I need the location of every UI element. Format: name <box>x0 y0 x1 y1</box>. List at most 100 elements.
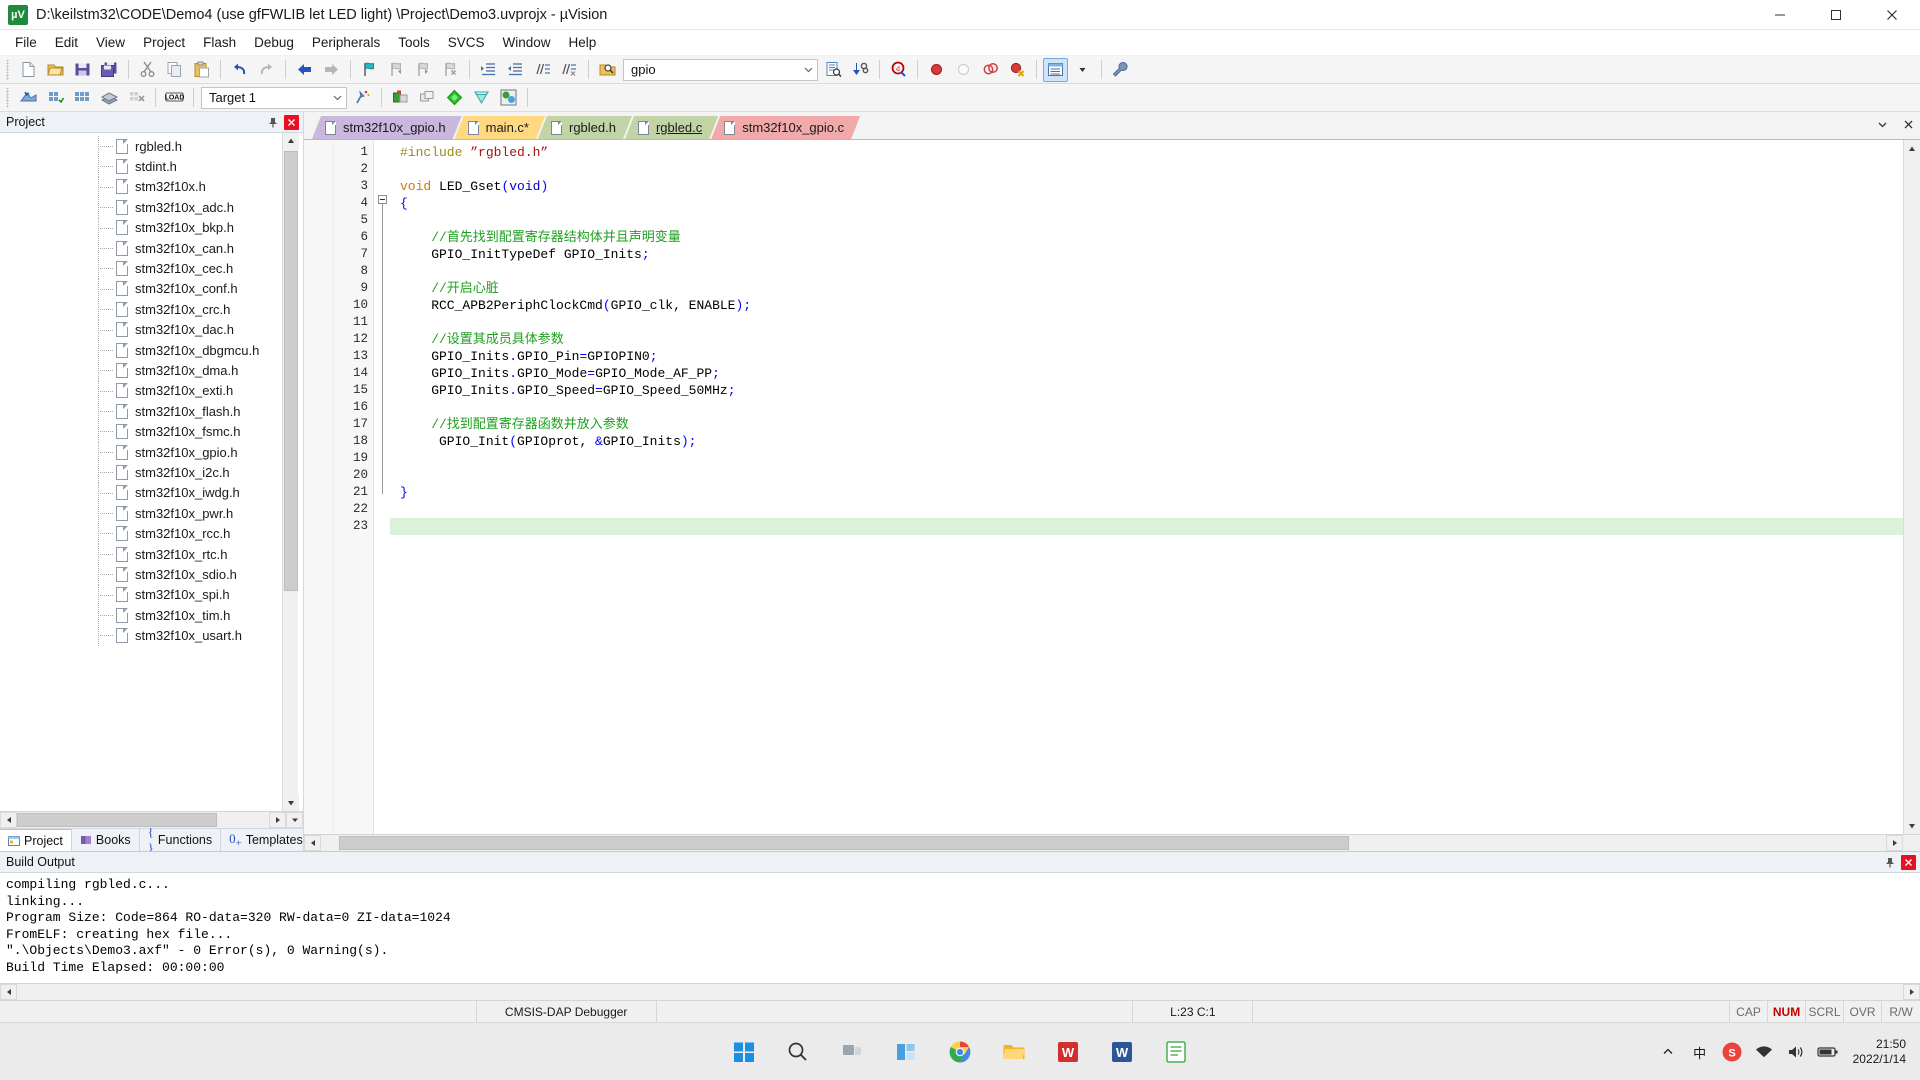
tree-item[interactable]: stm32f10x_i2c.h <box>0 462 303 483</box>
packs-icon[interactable] <box>469 86 494 110</box>
file-explorer-button[interactable] <box>992 1030 1036 1074</box>
minimize-button[interactable] <box>1752 0 1808 30</box>
outdent-icon[interactable] <box>503 58 528 82</box>
pane-tab-templates[interactable]: 0+ Templates <box>221 829 312 851</box>
code-line[interactable]: { <box>390 195 1903 212</box>
editor-tab[interactable]: stm32f10x_gpio.c <box>711 116 860 139</box>
target-combo[interactable]: Target 1 <box>201 86 347 109</box>
tree-item[interactable]: stm32f10x_dma.h <box>0 360 303 381</box>
bookmark-toggle-icon[interactable] <box>357 58 382 82</box>
close-icon[interactable] <box>1900 116 1916 132</box>
bookmark-prev-icon[interactable] <box>384 58 409 82</box>
code-line[interactable]: //找到配置寄存器函数并放入参数 <box>390 416 1903 433</box>
speaker-icon[interactable] <box>1783 1032 1809 1072</box>
tree-item[interactable]: stm32f10x_dbgmcu.h <box>0 339 303 361</box>
menu-help[interactable]: Help <box>560 32 606 53</box>
hscroll-thumb[interactable] <box>339 836 1349 850</box>
hscroll-track[interactable] <box>17 812 269 828</box>
notes-button[interactable] <box>1154 1030 1198 1074</box>
manage-runtime-icon[interactable] <box>350 86 375 110</box>
pane-tab-project[interactable]: Project <box>0 829 72 851</box>
chevron-down-icon[interactable] <box>800 60 817 80</box>
options-target-icon[interactable] <box>388 86 413 110</box>
close-button[interactable] <box>1864 0 1920 30</box>
cut-icon[interactable] <box>135 58 160 82</box>
multi-project-icon[interactable] <box>415 86 440 110</box>
widgets-button[interactable] <box>884 1030 928 1074</box>
code-line[interactable]: //开启心脏 <box>390 280 1903 297</box>
pack-installer-icon[interactable] <box>496 86 521 110</box>
books-icon[interactable] <box>442 86 467 110</box>
code-line[interactable]: GPIO_Inits.GPIO_Pin=GPIOPIN0; <box>390 348 1903 365</box>
pin-icon[interactable] <box>265 115 280 130</box>
project-tree[interactable]: rgbled.h stdint.h stm32f10x.h stm32f10x_adc… <box>0 133 303 811</box>
tree-item[interactable]: stdint.h <box>0 156 303 177</box>
stop-build-icon[interactable] <box>124 86 149 110</box>
code-line[interactable] <box>390 467 1903 484</box>
menu-tools[interactable]: Tools <box>389 32 439 53</box>
browse-symbol-icon[interactable] <box>848 58 873 82</box>
scroll-right-icon[interactable] <box>1886 835 1903 851</box>
tree-item[interactable]: stm32f10x_cec.h <box>0 258 303 279</box>
editor-tab[interactable]: rgbled.h <box>538 116 632 139</box>
tree-item[interactable]: stm32f10x.h <box>0 176 303 198</box>
pane-tab-books[interactable]: Books <box>72 829 140 851</box>
menu-flash[interactable]: Flash <box>194 32 245 53</box>
menu-window[interactable]: Window <box>493 32 559 53</box>
hscroll-track[interactable] <box>17 984 1903 1000</box>
task-view-button[interactable] <box>830 1030 874 1074</box>
code-line[interactable] <box>390 501 1903 518</box>
remove-breakpoint-icon[interactable] <box>951 58 976 82</box>
sogou-icon[interactable]: S <box>1719 1032 1745 1072</box>
bookmark-next-icon[interactable] <box>411 58 436 82</box>
scroll-left-icon[interactable] <box>0 984 17 1000</box>
new-file-icon[interactable] <box>16 58 41 82</box>
menu-project[interactable]: Project <box>134 32 194 53</box>
tree-item[interactable]: stm32f10x_sdio.h <box>0 564 303 585</box>
menu-peripherals[interactable]: Peripherals <box>303 32 389 53</box>
menu-edit[interactable]: Edit <box>46 32 87 53</box>
uncomment-icon[interactable] <box>557 58 582 82</box>
find-in-files-icon[interactable] <box>595 58 620 82</box>
copy-icon[interactable] <box>162 58 187 82</box>
tree-item[interactable]: stm32f10x_dac.h <box>0 319 303 340</box>
save-icon[interactable] <box>70 58 95 82</box>
build-output-text[interactable]: compiling rgbled.c... linking... Program S… <box>0 873 1920 983</box>
tree-item[interactable]: stm32f10x_can.h <box>0 237 303 259</box>
code-line[interactable]: GPIO_InitTypeDef GPIO_Inits; <box>390 246 1903 263</box>
tree-item[interactable]: stm32f10x_spi.h <box>0 584 303 605</box>
code-editor[interactable]: 1 2 3 4 5 6 7 8 9 10 11 12 13 14 15 16 17 18 19 20 21 22 23 #i… <box>304 140 1920 834</box>
scroll-right-icon[interactable] <box>269 812 286 828</box>
scroll-up-icon[interactable] <box>283 133 299 149</box>
code-line[interactable]: GPIO_Inits.GPIO_Mode=GPIO_Mode_AF_PP; <box>390 365 1903 382</box>
chevron-down-icon[interactable] <box>329 88 346 108</box>
editor-tab[interactable]: stm32f10x_gpio.h <box>312 116 462 139</box>
code-line[interactable]: void LED_Gset(void) <box>390 178 1903 195</box>
scroll-right-icon[interactable] <box>1903 984 1920 1000</box>
hscroll-thumb[interactable] <box>17 813 217 827</box>
close-icon[interactable] <box>284 114 299 130</box>
maximize-button[interactable] <box>1808 0 1864 30</box>
code-line[interactable]: //首先找到配置寄存器结构体并且声明变量 <box>390 229 1903 246</box>
toolbar-grip[interactable] <box>5 87 12 108</box>
editor-tab[interactable]: rgbled.c <box>625 116 718 139</box>
ime-indicator[interactable]: 中 <box>1687 1032 1713 1072</box>
code-line[interactable]: GPIO_Init(GPIOprot, &GPIO_Inits); <box>390 433 1903 450</box>
code-line[interactable]: RCC_APB2PeriphClockCmd(GPIO_clk, ENABLE)… <box>390 297 1903 314</box>
scrollbar-thumb[interactable] <box>284 151 298 591</box>
code-line[interactable] <box>390 314 1903 331</box>
redo-icon[interactable] <box>254 58 279 82</box>
code-line[interactable] <box>390 450 1903 467</box>
scroll-left-icon[interactable] <box>304 835 321 851</box>
close-icon[interactable] <box>1901 854 1916 870</box>
fold-toggle-icon[interactable] <box>377 195 387 204</box>
text-search-icon[interactable] <box>821 58 846 82</box>
tree-item[interactable]: stm32f10x_conf.h <box>0 278 303 300</box>
configure-icon[interactable] <box>1108 58 1133 82</box>
pane-tab-functions[interactable]: { } Functions <box>140 824 222 855</box>
scroll-down-icon[interactable] <box>1904 817 1920 834</box>
undo-icon[interactable] <box>227 58 252 82</box>
tree-item[interactable]: stm32f10x_fsmc.h <box>0 421 303 442</box>
tree-item[interactable]: stm32f10x_exti.h <box>0 380 303 402</box>
scroll-down-icon[interactable] <box>283 795 299 811</box>
